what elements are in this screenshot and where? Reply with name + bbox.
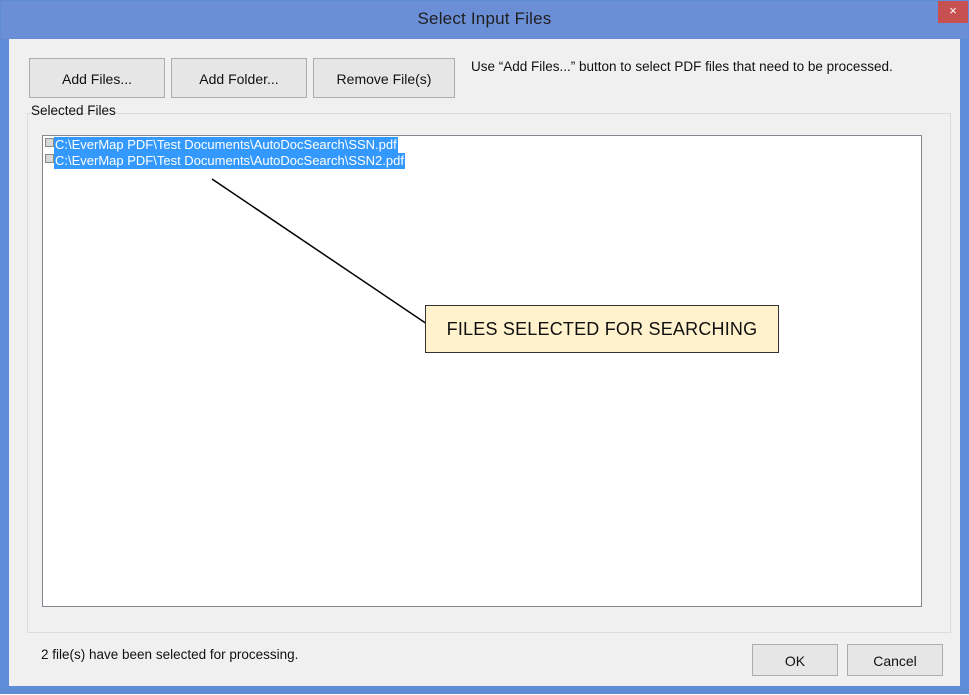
close-button[interactable]: × — [938, 1, 968, 23]
status-text: 2 file(s) have been selected for process… — [41, 647, 299, 662]
file-path: C:\EverMap PDF\Test Documents\AutoDocSea… — [54, 137, 398, 153]
title-bar[interactable]: Select Input Files × — [1, 1, 968, 39]
ok-button[interactable]: OK — [752, 644, 838, 676]
dialog-title: Select Input Files — [417, 9, 552, 28]
file-icon — [45, 153, 54, 163]
instruction-text: Use “Add Files...” button to select PDF … — [471, 59, 893, 74]
add-files-button[interactable]: Add Files... — [29, 58, 165, 98]
cancel-button[interactable]: Cancel — [847, 644, 943, 676]
file-icon — [45, 137, 54, 147]
select-input-files-dialog: Select Input Files × Add Files... Add Fo… — [0, 0, 969, 694]
annotation-callout: FILES SELECTED FOR SEARCHING — [425, 305, 779, 353]
file-path: C:\EverMap PDF\Test Documents\AutoDocSea… — [54, 153, 405, 169]
remove-files-button[interactable]: Remove File(s) — [313, 58, 455, 98]
list-item[interactable]: C:\EverMap PDF\Test Documents\AutoDocSea… — [45, 153, 405, 169]
dialog-body: Add Files... Add Folder... Remove File(s… — [9, 39, 960, 686]
add-folder-button[interactable]: Add Folder... — [171, 58, 307, 98]
list-item[interactable]: C:\EverMap PDF\Test Documents\AutoDocSea… — [45, 137, 398, 153]
selected-files-label: Selected Files — [31, 103, 116, 118]
file-list[interactable]: C:\EverMap PDF\Test Documents\AutoDocSea… — [42, 135, 922, 607]
